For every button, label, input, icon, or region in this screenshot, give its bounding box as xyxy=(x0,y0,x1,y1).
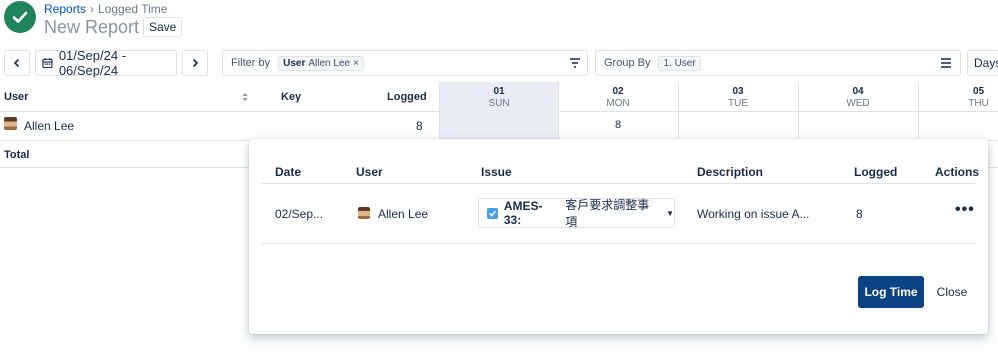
filter-chip-key: User xyxy=(283,57,306,69)
group-chip-user[interactable]: 1. User xyxy=(658,55,701,71)
entry-date: 02/Sep... xyxy=(275,207,324,221)
prev-period-button[interactable] xyxy=(4,50,30,76)
col-header-key[interactable]: Key xyxy=(281,82,301,112)
popup-col-description: Description xyxy=(697,165,764,179)
day-column-05[interactable]: 05 THU xyxy=(918,82,998,140)
issue-select[interactable]: AMES-33: 客戶要求調整事項 ▼ xyxy=(478,198,675,229)
date-range-picker[interactable]: 01/Sep/24 - 06/Sep/24 xyxy=(35,48,177,78)
day-number: 03 xyxy=(732,86,744,97)
total-label: Total xyxy=(4,149,30,161)
day-number: 01 xyxy=(493,86,505,97)
success-check-icon xyxy=(4,1,36,33)
breadcrumb-logged-time: Logged Time xyxy=(98,2,168,16)
col-header-user[interactable]: User xyxy=(4,82,28,112)
page-title: New Report xyxy=(44,17,140,37)
popup-col-issue: Issue xyxy=(481,165,512,179)
chevron-right-icon: › xyxy=(90,2,95,16)
save-button[interactable]: Save xyxy=(143,17,183,37)
popup-col-user: User xyxy=(356,165,383,179)
day-name: SUN xyxy=(488,98,510,109)
day-column-02[interactable]: 02 MON 8 xyxy=(558,82,677,140)
entry-user: Allen Lee xyxy=(378,207,429,221)
filter-icon[interactable] xyxy=(569,57,581,69)
sort-icon[interactable] xyxy=(241,82,249,112)
close-icon[interactable]: × xyxy=(353,58,359,69)
day-column-01[interactable]: 01 SUN xyxy=(439,82,558,140)
popup-col-date: Date xyxy=(275,165,302,179)
entry-logged: 8 xyxy=(856,207,863,221)
day-number: 02 xyxy=(612,86,624,97)
view-mode-label: Days xyxy=(974,56,998,70)
row-user-name[interactable]: Allen Lee xyxy=(24,119,74,133)
view-mode-select[interactable]: Days xyxy=(967,50,998,76)
filter-chip-value: Allen Lee xyxy=(308,57,351,69)
log-time-button[interactable]: Log Time xyxy=(858,276,924,308)
issue-summary: 客戶要求調整事項 xyxy=(565,198,650,229)
group-by-label: Group By xyxy=(604,57,651,69)
row-logged-total: 8 xyxy=(416,119,423,133)
breadcrumb-reports[interactable]: Reports xyxy=(44,2,86,16)
checkbox-icon xyxy=(487,207,498,219)
day-value[interactable]: 8 xyxy=(559,119,677,131)
day-name: TUE xyxy=(728,98,748,109)
menu-icon[interactable] xyxy=(940,57,952,69)
calendar-icon xyxy=(42,58,53,69)
day-column-03[interactable]: 03 TUE xyxy=(678,82,797,140)
col-header-logged[interactable]: Logged xyxy=(387,82,427,112)
popup-header-divider xyxy=(261,183,975,184)
issue-key: AMES-33: xyxy=(503,199,543,227)
day-name: MON xyxy=(606,98,630,109)
chevron-right-icon xyxy=(192,58,199,68)
day-number: 05 xyxy=(972,86,985,97)
avatar xyxy=(358,207,370,219)
date-range-label: 01/Sep/24 - 06/Sep/24 xyxy=(58,48,127,78)
group-by-bar[interactable]: Group By 1. User xyxy=(595,50,961,76)
logged-time-popup: Date User Issue Description Logged Actio… xyxy=(249,139,988,334)
next-period-button[interactable] xyxy=(182,50,208,76)
filter-chip-user[interactable]: User Allen Lee × xyxy=(278,55,364,71)
filter-label: Filter by xyxy=(231,57,271,69)
caret-down-icon: ▼ xyxy=(666,208,674,218)
breadcrumb: Reports › Logged Time xyxy=(44,2,167,16)
more-actions-icon[interactable]: ••• xyxy=(955,202,975,218)
filter-bar[interactable]: Filter by User Allen Lee × xyxy=(222,50,588,76)
day-name: WED xyxy=(846,98,870,109)
popup-col-actions: Actions xyxy=(935,165,980,179)
day-column-04[interactable]: 04 WED xyxy=(798,82,917,140)
entry-description: Working on issue A... xyxy=(697,207,810,221)
day-number: 04 xyxy=(852,86,864,97)
popup-col-logged: Logged xyxy=(854,165,898,179)
avatar xyxy=(4,117,17,130)
chevron-left-icon xyxy=(13,58,20,68)
popup-row-divider xyxy=(261,243,975,244)
day-name: THU xyxy=(968,98,989,109)
close-button[interactable]: Close xyxy=(932,276,972,308)
